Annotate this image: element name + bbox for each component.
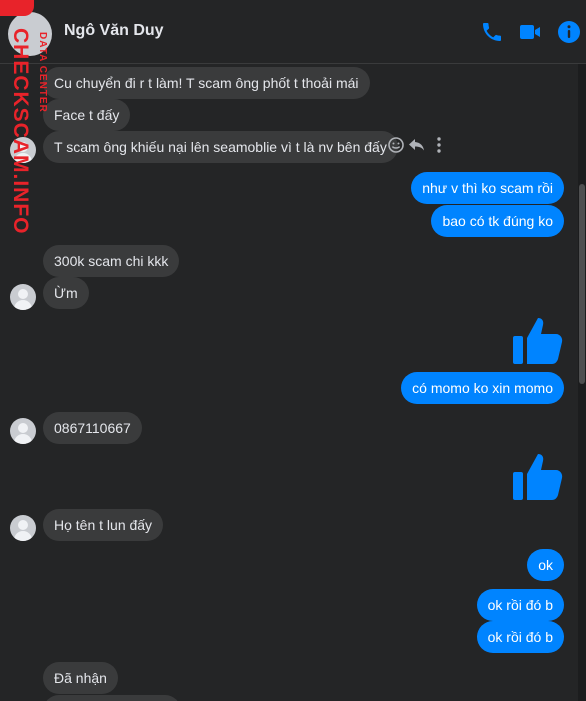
more-icon[interactable]	[430, 136, 448, 154]
watermark-corner	[0, 0, 34, 16]
phone-icon[interactable]	[480, 20, 504, 44]
conversation-header: Ngô Văn Duy	[0, 0, 586, 64]
message-incoming-partial[interactable]	[43, 695, 181, 701]
message-outgoing[interactable]: ok rồi đó b	[476, 589, 564, 621]
thumbs-up-icon[interactable]	[511, 314, 565, 368]
scrollbar[interactable]	[578, 64, 586, 701]
message-incoming[interactable]: Đã nhận	[43, 662, 118, 694]
emoji-icon[interactable]	[387, 136, 405, 154]
message-incoming[interactable]: T scam ông khiếu nại lên seamoblie vì t …	[43, 131, 398, 163]
contact-name[interactable]: Ngô Văn Duy	[64, 22, 164, 40]
message-outgoing[interactable]: có momo ko xin momo	[401, 372, 564, 404]
message-incoming[interactable]: Ừm	[43, 277, 89, 309]
message-list[interactable]: Cu chuyển đi r t làm! T scam ông phốt t …	[0, 64, 586, 701]
watermark-sub-text: DATA CENTER	[37, 32, 48, 113]
reply-icon[interactable]	[408, 136, 426, 154]
message-incoming[interactable]: Cu chuyển đi r t làm! T scam ông phốt t …	[43, 67, 370, 99]
contact-avatar-small[interactable]	[10, 418, 36, 444]
message-outgoing[interactable]: ok	[527, 549, 564, 581]
message-outgoing[interactable]: bao có tk đúng ko	[431, 205, 564, 237]
contact-avatar-small[interactable]	[10, 515, 36, 541]
video-icon[interactable]	[518, 20, 542, 44]
contact-avatar-small[interactable]	[10, 284, 36, 310]
watermark-main-text: CHECKSCAM.INFO	[9, 28, 32, 235]
message-outgoing[interactable]: ok rồi đó b	[476, 621, 564, 653]
message-outgoing[interactable]: như v thì ko scam rồi	[411, 172, 564, 204]
watermark: CHECKSCAM.INFO DATA CENTER	[0, 0, 56, 260]
message-incoming[interactable]: 300k scam chi kkk	[43, 245, 180, 277]
info-icon[interactable]	[557, 20, 581, 44]
thumbs-up-icon[interactable]	[511, 450, 565, 504]
message-incoming[interactable]: 0867110667	[43, 412, 142, 444]
scrollbar-thumb[interactable]	[579, 184, 585, 384]
message-incoming[interactable]: Họ tên t lun đấy	[43, 509, 164, 541]
message-incoming[interactable]: Face t đấy	[43, 99, 131, 131]
